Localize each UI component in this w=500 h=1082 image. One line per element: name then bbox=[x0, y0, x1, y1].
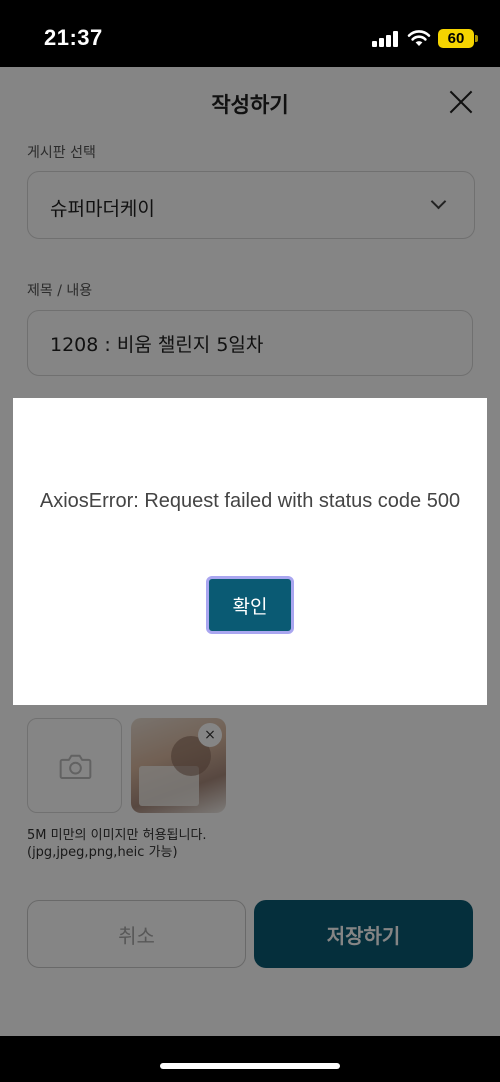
confirm-button[interactable]: 확인 bbox=[206, 576, 294, 634]
error-dialog: AxiosError: Request failed with status c… bbox=[13, 398, 487, 705]
status-time: 21:37 bbox=[44, 25, 103, 50]
wifi-icon bbox=[407, 30, 431, 46]
cellular-signal-icon bbox=[372, 31, 400, 47]
home-indicator[interactable] bbox=[160, 1063, 340, 1069]
status-bar: 21:37 60 bbox=[0, 0, 500, 67]
battery-indicator: 60 bbox=[438, 29, 478, 48]
home-indicator-bar bbox=[0, 1036, 500, 1082]
error-message: AxiosError: Request failed with status c… bbox=[39, 490, 461, 512]
